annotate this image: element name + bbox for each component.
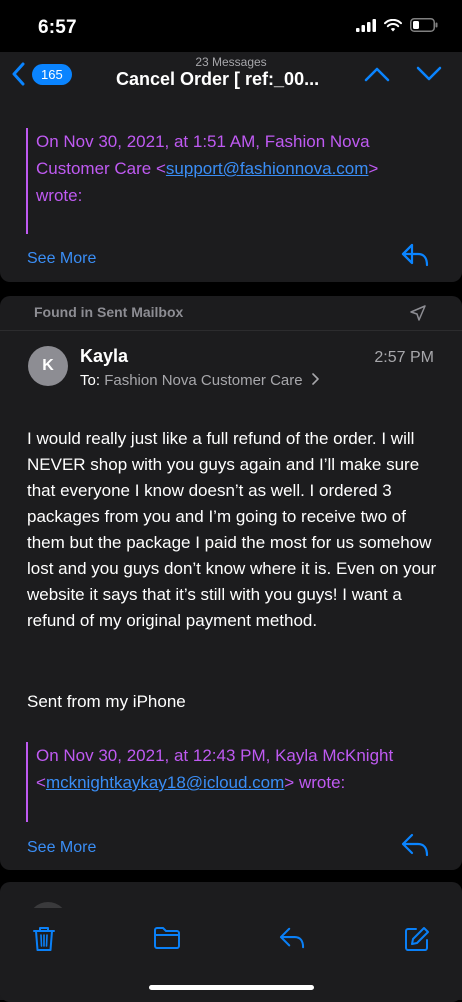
battery-icon: [410, 18, 438, 32]
wifi-icon: [384, 18, 402, 31]
message-card: Found in Sent Mailbox K Kayla 2:57 PM To…: [0, 296, 462, 870]
back-button[interactable]: 165: [12, 62, 72, 86]
quoted-text: > wrote:: [284, 773, 346, 792]
found-in-bar: Found in Sent Mailbox: [0, 296, 462, 331]
quoted-line: wrote:: [36, 186, 83, 205]
quoted-text: >: [368, 159, 379, 178]
message-body: I would really just like a full refund o…: [27, 429, 437, 630]
chevron-left-icon: [12, 62, 25, 86]
quoted-header: On Nov 30, 2021, at 12:43 PM, Kayla McKn…: [26, 742, 393, 822]
chevron-down-icon[interactable]: [416, 66, 442, 82]
message-time: 2:57 PM: [374, 349, 434, 366]
cellular-signal-icon: [356, 18, 376, 32]
status-icons: [356, 18, 438, 32]
email-link[interactable]: support@fashionnova.com: [166, 159, 368, 178]
quoted-text: <: [36, 773, 46, 792]
reply-icon[interactable]: [400, 242, 430, 268]
quoted-header: On Nov 30, 2021, at 1:51 AM, Fashion Nov…: [26, 128, 378, 234]
signature: Sent from my iPhone: [27, 692, 186, 711]
quoted-text: Customer Care <: [36, 159, 166, 178]
chevron-right-icon: [311, 373, 319, 385]
nav-bar: 23 Messages 165 Cancel Order [ ref:_00..…: [0, 52, 462, 102]
sender-name: Kayla: [80, 346, 129, 366]
trash-icon[interactable]: [32, 926, 56, 952]
reply-icon[interactable]: [400, 832, 430, 858]
see-more-button[interactable]: See More: [27, 839, 96, 857]
chevron-up-icon[interactable]: [364, 66, 390, 82]
recipient-name: Fashion Nova Customer Care: [104, 372, 303, 389]
avatar[interactable]: K: [28, 346, 68, 386]
quoted-line: Customer Care <support@fashionnova.com>: [36, 155, 378, 182]
to-label: To:: [80, 372, 101, 389]
home-indicator[interactable]: [149, 985, 314, 990]
status-time: 6:57: [38, 17, 77, 38]
quoted-line: On Nov 30, 2021, at 1:51 AM, Fashion Nov…: [36, 132, 370, 151]
recipient-line[interactable]: To: Fashion Nova Customer Care: [80, 372, 320, 389]
thread-nav-arrows: [364, 66, 442, 82]
thread-subject: Cancel Order [ ref:_00...: [116, 69, 320, 89]
unread-badge: 165: [32, 63, 72, 85]
see-more-button[interactable]: See More: [27, 250, 96, 268]
compose-icon[interactable]: [404, 926, 430, 952]
quoted-line: <mcknightkaykay18@icloud.com> wrote:: [36, 769, 393, 796]
paper-plane-icon: [410, 305, 426, 321]
folder-icon[interactable]: [153, 926, 181, 950]
found-in-label: Found in Sent Mailbox: [34, 304, 184, 320]
status-bar: 6:57: [0, 0, 462, 52]
previous-message-card: On Nov 30, 2021, at 1:51 AM, Fashion Nov…: [0, 102, 462, 282]
email-link[interactable]: mcknightkaykay18@icloud.com: [46, 773, 284, 792]
quoted-line: On Nov 30, 2021, at 12:43 PM, Kayla McKn…: [36, 746, 394, 765]
reply-icon[interactable]: [278, 926, 306, 950]
